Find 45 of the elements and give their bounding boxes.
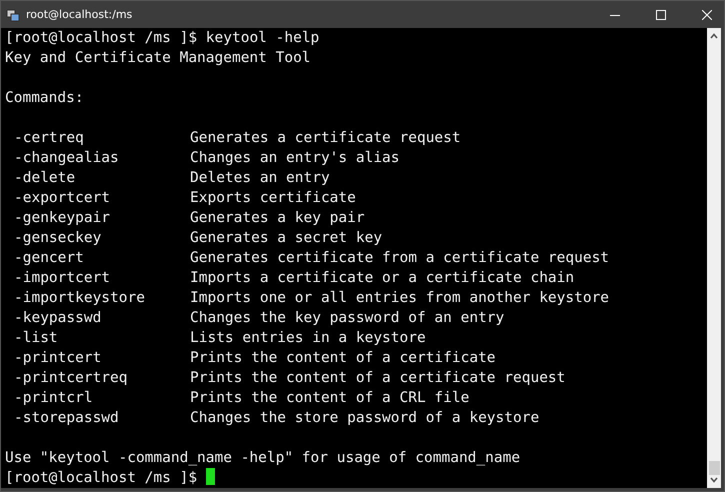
command-description: Generates a secret key: [190, 229, 384, 248]
command-description: Changes the key password of an entry: [190, 309, 506, 328]
scrollbar[interactable]: [707, 28, 721, 488]
command-description: Lists entries in a keystore: [190, 329, 427, 348]
command-option: -exportcert: [14, 188, 190, 208]
scroll-down-icon[interactable]: [710, 477, 718, 483]
window-title: root@localhost:/ms: [26, 8, 134, 21]
command-description: Imports a certificate or a certificate chain: [190, 269, 576, 288]
command-description: Changes an entry's alias: [190, 149, 401, 168]
prompt-text: [root@localhost /ms ]$: [5, 30, 198, 46]
command-description: Exports certificate: [190, 189, 357, 208]
command-option: -list: [14, 328, 190, 348]
command-option: -certreq: [14, 128, 190, 148]
usage-text: Use "keytool -command_name -help" for usage of command_name: [5, 450, 520, 466]
command-description: Generates certificate from a certificate request: [190, 249, 610, 268]
command-option: -keypasswd: [14, 308, 190, 328]
command-text: keytool -help: [206, 30, 320, 46]
command-option: -genkeypair: [14, 208, 190, 228]
command-description: Prints the content of a certificate: [190, 349, 497, 368]
command-option: -gencert: [14, 248, 190, 268]
prompt-text: [root@localhost /ms ]$: [5, 470, 198, 486]
text-cursor: [206, 468, 215, 485]
command-option: -genseckey: [14, 228, 190, 248]
command-option: -printcert: [14, 348, 190, 368]
command-option: -printcrl: [14, 388, 190, 408]
section-heading: Commands:: [5, 90, 84, 106]
command-description: Deletes an entry: [190, 169, 331, 188]
command-option: -changealias: [14, 148, 190, 168]
command-description: Prints the content of a certificate request: [190, 369, 566, 388]
terminal-app-icon: [6, 8, 20, 22]
scroll-thumb[interactable]: [708, 461, 720, 475]
command-description: Generates a certificate request: [190, 129, 462, 148]
command-option: -storepasswd: [14, 408, 190, 428]
close-icon[interactable]: [702, 10, 712, 20]
maximize-icon[interactable]: [656, 10, 666, 20]
command-description: Prints the content of a CRL file: [190, 389, 470, 408]
output-line: Key and Certificate Management Tool: [5, 50, 311, 66]
command-description: Generates a key pair: [190, 209, 366, 228]
scroll-up-icon[interactable]: [710, 33, 718, 39]
command-option: -delete: [14, 168, 190, 188]
command-option: -importcert: [14, 268, 190, 288]
command-description: Changes the store password of a keystore: [190, 409, 540, 428]
command-option: -importkeystore: [14, 288, 190, 308]
command-option: -printcertreq: [14, 368, 190, 388]
command-description: Imports one or all entries from another keystore: [190, 289, 610, 308]
